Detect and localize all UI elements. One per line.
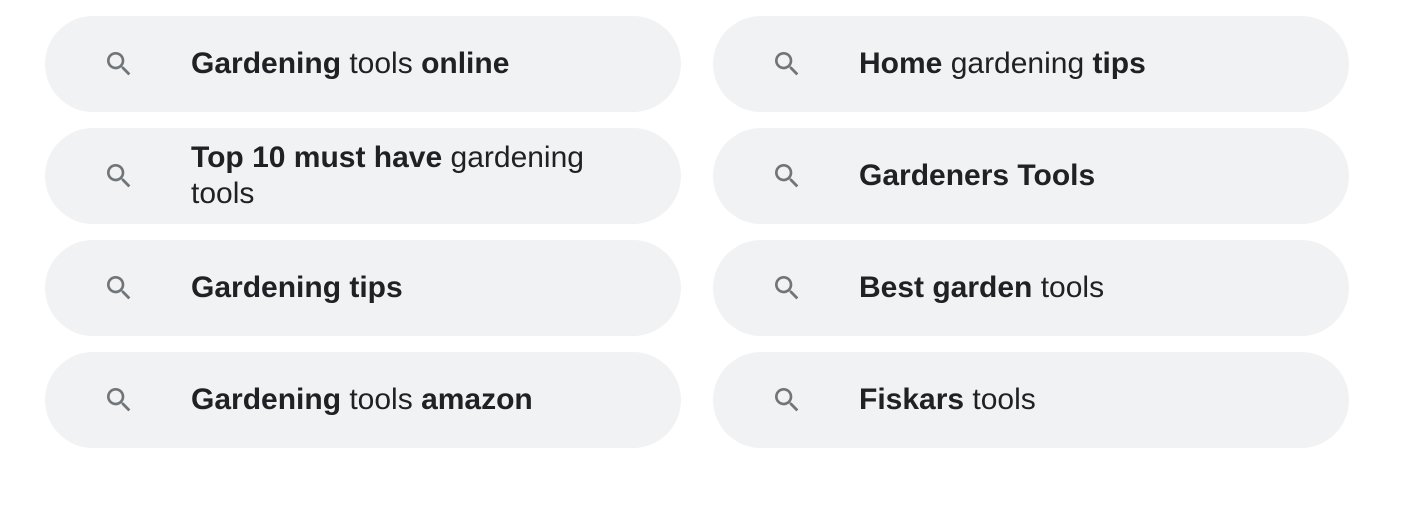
search-icon (103, 384, 135, 416)
search-icon (103, 160, 135, 192)
related-search-label: Gardening tips (191, 271, 403, 304)
related-search-chip[interactable]: Gardening tools online (45, 16, 681, 112)
related-search-label: Gardening tools online (191, 47, 510, 80)
related-search-chip[interactable]: Gardening tips (45, 240, 681, 336)
related-searches-grid: Gardening tools online Home gardening ti… (45, 16, 1349, 448)
search-icon (771, 384, 803, 416)
search-icon (771, 48, 803, 80)
related-search-label: Top 10 must have gardening tools (191, 141, 584, 210)
related-search-chip[interactable]: Home gardening tips (713, 16, 1349, 112)
related-search-chip[interactable]: Gardeners Tools (713, 128, 1349, 224)
related-search-chip[interactable]: Gardening tools amazon (45, 352, 681, 448)
related-search-label: Fiskars tools (859, 383, 1036, 416)
related-search-label: Best garden tools (859, 271, 1105, 304)
related-search-chip[interactable]: Best garden tools (713, 240, 1349, 336)
related-search-label: Home gardening tips (859, 47, 1146, 80)
related-search-label: Gardening tools amazon (191, 383, 533, 416)
search-icon (771, 272, 803, 304)
related-search-label: Gardeners Tools (859, 159, 1096, 192)
related-search-chip[interactable]: Top 10 must have gardening tools (45, 128, 681, 224)
related-search-chip[interactable]: Fiskars tools (713, 352, 1349, 448)
search-icon (103, 272, 135, 304)
search-icon (771, 160, 803, 192)
search-icon (103, 48, 135, 80)
